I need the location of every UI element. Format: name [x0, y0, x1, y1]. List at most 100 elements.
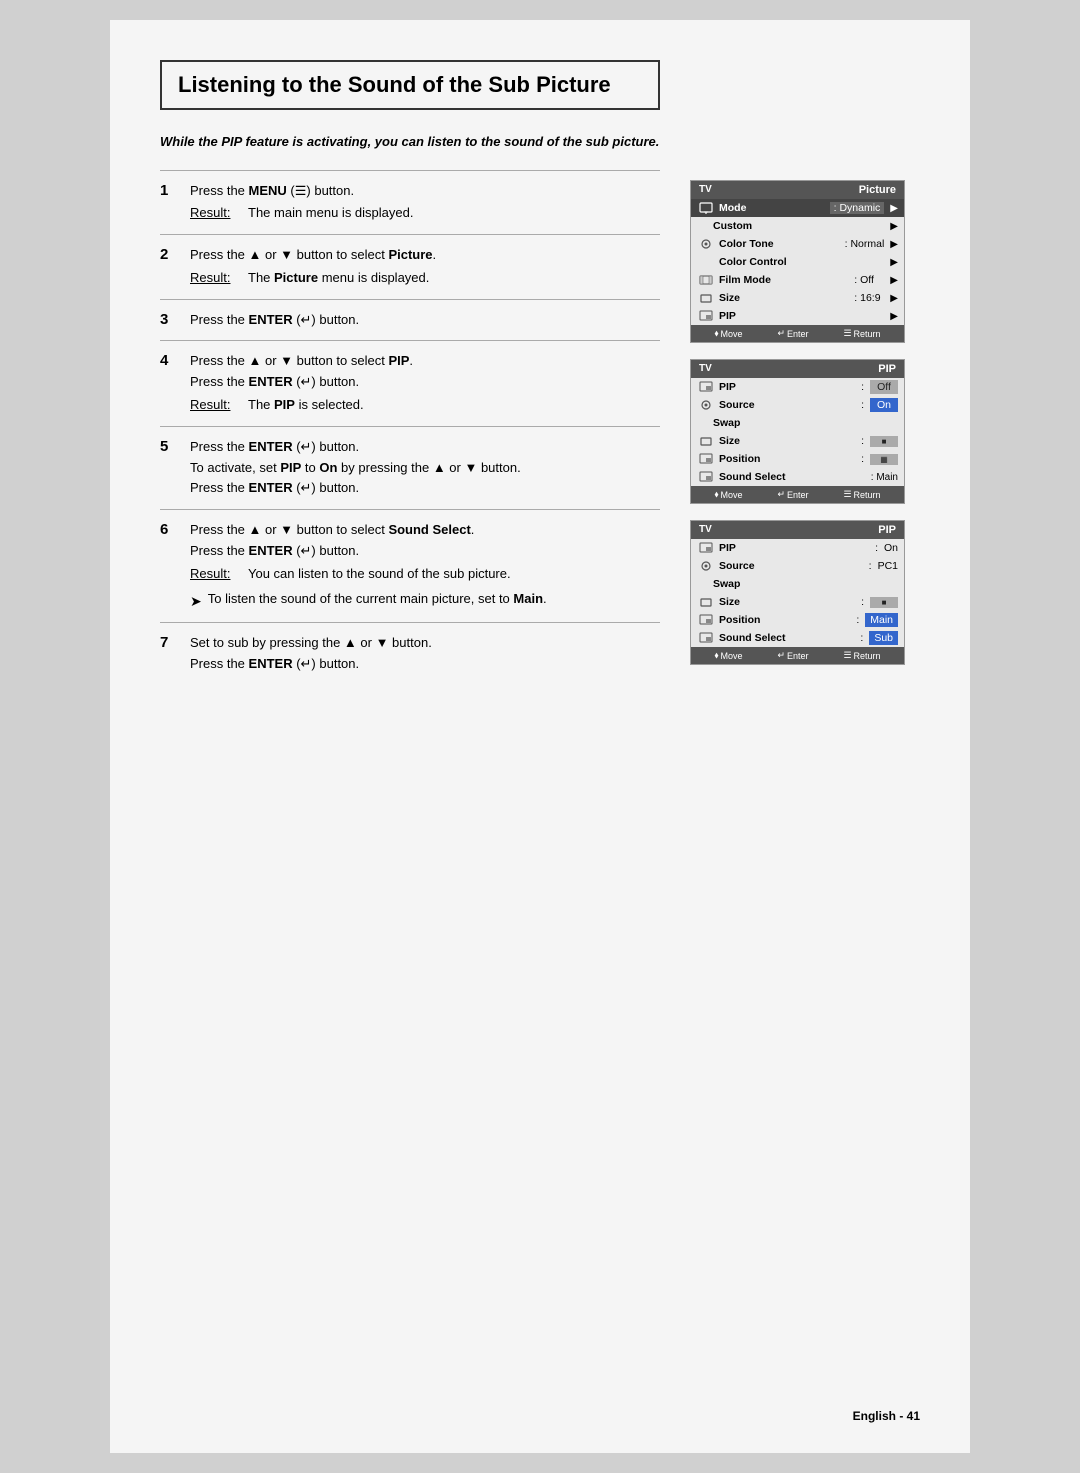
note-arrow-icon: ➤	[190, 590, 202, 612]
panel1-colortone-row: Color Tone : Normal ▶	[691, 235, 904, 253]
pip-icon	[697, 309, 715, 323]
panel3-swap-row: Swap	[691, 575, 904, 593]
panel2-source-colon: :	[861, 399, 864, 411]
panel3-pip-value: On	[884, 542, 898, 554]
page-title: Listening to the Sound of the Sub Pictur…	[160, 60, 660, 110]
step-number-6: 6	[160, 521, 178, 538]
panel1-footer-move-label: Move	[721, 329, 743, 339]
panel3-footer-return-label: Return	[854, 651, 881, 661]
panel1-footer-return-label: Return	[854, 329, 881, 339]
panel1-footer-move: ⬧ Move	[714, 328, 742, 339]
return-icon: ☰	[843, 328, 851, 339]
step-3: 3 Press the ENTER (↵) button.	[160, 299, 660, 341]
panel3-source-colon: :	[869, 560, 872, 572]
panel3-footer-move: ⬧ Move	[714, 650, 742, 661]
step-content-5: Press the ENTER (↵) button. To activate,…	[190, 437, 660, 499]
panel1-pip-label: PIP	[719, 310, 884, 322]
panel2-soundselect-label: Sound Select	[719, 471, 867, 483]
panel2-pip-value: Off	[870, 380, 898, 394]
panel3-footer-move-label: Move	[721, 651, 743, 661]
panel2-source-label: Source	[719, 399, 855, 411]
panel3-size-label: Size	[719, 596, 855, 608]
step7-line2: Press the ENTER (↵) button.	[190, 654, 660, 675]
step6-note-text: To listen the sound of the current main …	[208, 589, 547, 610]
enter-icon: ↵	[777, 328, 785, 339]
size-icon	[697, 291, 715, 305]
panel3-size-icon	[697, 595, 715, 609]
step4-result: Result: The PIP is selected.	[190, 395, 660, 416]
step-content-7: Set to sub by pressing the ▲ or ▼ button…	[190, 633, 660, 675]
panel3-soundselect-label: Sound Select	[719, 632, 854, 644]
panel2-footer-enter-label: Enter	[787, 490, 809, 500]
panel2-position-colon: :	[861, 453, 864, 465]
intro-text: While the PIP feature is activating, you…	[160, 132, 660, 152]
panel1-colorcontrol-label: Color Control	[719, 256, 884, 268]
panel1-colortone-arrow: ▶	[890, 239, 898, 250]
panel2-header: TV PIP	[691, 360, 904, 378]
panel3-title: PIP	[878, 524, 896, 536]
panel2-position-icon	[697, 452, 715, 466]
panel1-colorcontrol-arrow: ▶	[890, 257, 898, 268]
panel2-swap-label: Swap	[713, 417, 898, 429]
step6-line2: Press the ENTER (↵) button.	[190, 541, 660, 562]
panel1-mode-label: Mode	[719, 202, 826, 214]
panel3-soundselect-row: Sound Select : Sub	[691, 629, 904, 647]
step-2: 2 Press the ▲ or ▼ button to select Pict…	[160, 234, 660, 299]
panel1-title: Picture	[859, 184, 896, 196]
step1-result-text: The main menu is displayed.	[248, 203, 413, 224]
step2-result-label: Result:	[190, 268, 238, 289]
panel1-custom-arrow: ▶	[890, 221, 898, 232]
return2-icon: ☰	[843, 489, 851, 500]
panel1-colortone-label: Color Tone	[719, 238, 841, 250]
panel2-footer-return-label: Return	[854, 490, 881, 500]
tv-panel-pip2: TV PIP PIP : On Source : PC1 Swap	[690, 520, 905, 665]
panel3-tv-label: TV	[699, 524, 712, 536]
tv-panel-pip1: TV PIP PIP : Off Source : On Swap	[690, 359, 905, 504]
panel3-footer-return: ☰ Return	[843, 650, 880, 661]
panel2-size-label: Size	[719, 435, 855, 447]
panel1-mode-value: : Dynamic	[830, 202, 885, 214]
panel1-header: TV Picture	[691, 181, 904, 199]
panel3-position-colon: :	[856, 614, 859, 626]
step-7: 7 Set to sub by pressing the ▲ or ▼ butt…	[160, 622, 660, 685]
step1-text: Press the MENU (☰) button.	[190, 183, 354, 198]
panel1-filmmode-row: Film Mode : Off ▶	[691, 271, 904, 289]
panel1-mode-row: Mode : Dynamic ▶	[691, 199, 904, 217]
panel1-footer-enter-label: Enter	[787, 329, 809, 339]
step-1: 1 Press the MENU (☰) button. Result: The…	[160, 170, 660, 235]
steps-list: 1 Press the MENU (☰) button. Result: The…	[160, 170, 660, 685]
panel3-position-value: Main	[865, 613, 898, 627]
enter2-icon: ↵	[777, 489, 785, 500]
panel1-pip-arrow: ▶	[890, 311, 898, 322]
panel2-tv-label: TV	[699, 363, 712, 375]
picture-icon	[697, 201, 715, 215]
panel1-filmmode-arrow: ▶	[890, 275, 898, 286]
tv-panel-picture: TV Picture Mode : Dynamic ▶ Custom ▶	[690, 180, 905, 343]
panel1-filmmode-label: Film Mode	[719, 274, 850, 286]
step-6: 6 Press the ▲ or ▼ button to select Soun…	[160, 509, 660, 622]
colortone-icon	[697, 237, 715, 251]
panel1-pip-row: PIP ▶	[691, 307, 904, 325]
panel1-footer-return: ☰ Return	[843, 328, 880, 339]
step-number-4: 4	[160, 352, 178, 369]
step-5: 5 Press the ENTER (↵) button. To activat…	[160, 426, 660, 509]
panel3-size-row: Size : ■	[691, 593, 904, 611]
panel3-header: TV PIP	[691, 521, 904, 539]
panel1-filmmode-value: : Off	[854, 274, 884, 286]
step-number-7: 7	[160, 634, 178, 651]
panel2-pip-row: PIP : Off	[691, 378, 904, 396]
panel1-footer-enter: ↵ Enter	[777, 328, 808, 339]
panel2-footer-return: ☰ Return	[843, 489, 880, 500]
panel3-soundselect-colon: :	[860, 632, 863, 644]
panel3-soundselect-icon	[697, 631, 715, 645]
panel2-source-row: Source : On	[691, 396, 904, 414]
panel2-footer-move-label: Move	[721, 490, 743, 500]
panel1-size-label: Size	[719, 292, 850, 304]
step-content-1: Press the MENU (☰) button. Result: The m…	[190, 181, 660, 225]
panel2-size-value: ■	[870, 436, 898, 447]
panel3-footer-enter: ↵ Enter	[777, 650, 808, 661]
panel3-swap-label: Swap	[713, 578, 898, 590]
panel2-swap-row: Swap	[691, 414, 904, 432]
panel3-pip-row: PIP : On	[691, 539, 904, 557]
step6-note: ➤ To listen the sound of the current mai…	[190, 589, 660, 612]
